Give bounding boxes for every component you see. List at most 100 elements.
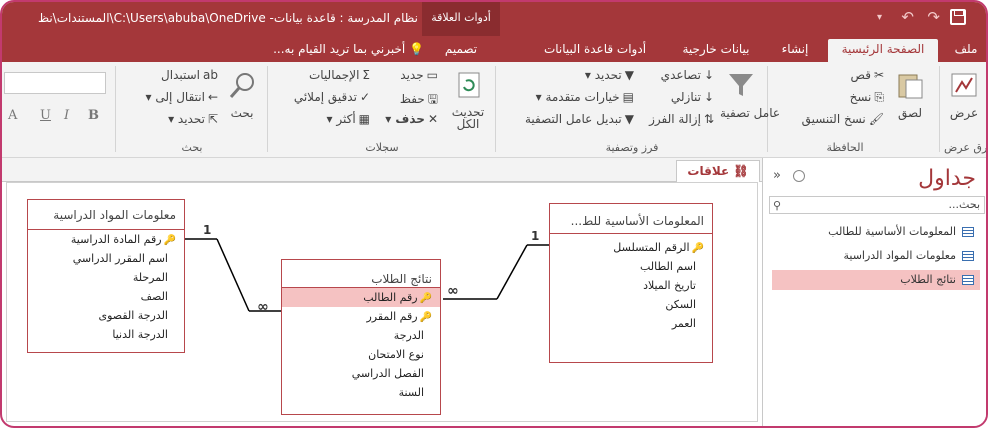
tab-database-tools[interactable]: أدوات قاعدة البيانات <box>530 39 660 62</box>
table-field[interactable]: السكن <box>550 295 712 314</box>
goto-label: انتقال إلى <box>155 90 205 104</box>
font-name-combobox[interactable] <box>4 72 106 94</box>
filter-label: عامل تصفية <box>720 106 781 120</box>
nav-item-students-table[interactable]: المعلومات الأساسية للطالب <box>772 222 980 242</box>
spelling-icon: ✓ <box>359 90 370 104</box>
tab-external-data[interactable]: بيانات خارجية <box>668 39 764 62</box>
table-field[interactable]: الدرجة الدنيا <box>28 325 184 344</box>
nav-item-label: نتائج الطلاب <box>900 273 956 286</box>
ascending-button[interactable]: ↓تصاعدي <box>661 68 714 82</box>
paste-button[interactable]: لصق <box>890 70 930 120</box>
table-results[interactable]: نتائج الطلاب 🔑رقم الطالب 🔑رقم المقرر الد… <box>281 259 441 415</box>
selection-button[interactable]: ▼تحديد ▾ <box>585 68 634 82</box>
toggle-filter-button[interactable]: ▼تبديل عامل التصفية <box>525 112 634 126</box>
goto-button[interactable]: ←انتقال إلى ▾ <box>146 90 218 104</box>
save-label: حفظ <box>399 92 425 106</box>
paste-label: لصق <box>897 106 923 120</box>
table-field[interactable]: 🔑رقم المادة الدراسية <box>28 230 184 249</box>
format-painter-button[interactable]: 🖌نسخ التنسيق <box>802 112 884 126</box>
copy-button[interactable]: ⎘نسخ <box>850 90 884 105</box>
filter-button[interactable]: عامل تصفية <box>720 70 781 120</box>
advanced-button[interactable]: ▤خيارات متقدمة ▾ <box>536 90 634 104</box>
title-bar: ↶ ↷ ▾ أدوات العلاقة نظام المدرسة : قاعدة… <box>2 2 986 36</box>
table-field[interactable]: الفصل الدراسي <box>282 364 440 383</box>
table-field[interactable]: الصف <box>28 287 184 306</box>
nav-item-courses-table[interactable]: معلومات المواد الدراسية <box>772 246 980 266</box>
group-label-sort-filter: فرز وتصفية <box>605 141 659 154</box>
field-name: الرقم المتسلسل <box>613 241 690 254</box>
table-icon <box>962 227 974 237</box>
view-icon <box>951 73 977 97</box>
spelling-button[interactable]: ✓تدقيق إملائي <box>294 90 370 104</box>
nav-item-results-table[interactable]: نتائج الطلاب <box>772 270 980 290</box>
remove-sort-label: إزالة الفرز <box>649 112 701 126</box>
tell-me-box[interactable]: 💡 أخبرني بما تريد القيام به... <box>234 39 424 60</box>
table-field[interactable]: المرحلة <box>28 268 184 287</box>
tab-file[interactable]: ملف <box>946 39 986 62</box>
table-students[interactable]: المعلومات الأساسية للط... 🔑الرقم المتسلس… <box>549 203 713 363</box>
table-field[interactable]: العمر <box>550 314 712 333</box>
table-field[interactable]: 🔑رقم الطالب <box>282 288 440 307</box>
underline-button[interactable]: U <box>40 108 51 123</box>
save-record-button[interactable]: 🖫حفظ <box>400 90 438 111</box>
refresh-label: تحديث الكل <box>451 105 485 131</box>
table-field[interactable]: الدرجة <box>282 326 440 345</box>
document-tab-bar: ⛓ علاقات <box>2 158 762 182</box>
x-icon: ✕ <box>427 112 438 126</box>
font-color-button[interactable]: A <box>8 108 17 123</box>
nav-search-placeholder: بحث... <box>948 198 980 211</box>
group-label-find: بحث <box>181 141 203 154</box>
table-field[interactable]: الدرجة القصوى <box>28 306 184 325</box>
cut-label: قص <box>850 68 871 82</box>
table-field[interactable]: 🔑رقم المقرر <box>282 307 440 326</box>
view-button[interactable]: عرض <box>944 70 984 120</box>
qat-dropdown-icon[interactable]: ▾ <box>877 12 882 23</box>
totals-button[interactable]: Σالإجماليات <box>309 68 370 82</box>
cut-button[interactable]: ✂قص <box>851 68 885 82</box>
more-button[interactable]: ▦أكثر ▾ <box>327 112 370 126</box>
replace-button[interactable]: abاستبدال <box>161 68 218 82</box>
relationship-line-students-results[interactable] <box>443 244 549 300</box>
new-label: جديد <box>400 68 424 82</box>
one-marker: 1 <box>203 223 212 237</box>
find-button[interactable]: بحث <box>222 70 262 120</box>
table-icon <box>962 275 974 285</box>
refresh-all-button[interactable]: تحديث الكل <box>446 70 492 130</box>
table-title: نتائج الطلاب <box>282 260 440 288</box>
table-field[interactable]: نوع الامتحان <box>282 345 440 364</box>
tell-me-text: أخبرني بما تريد القيام به... <box>273 42 406 56</box>
group-label-views: طرق عرض <box>944 141 988 154</box>
table-field[interactable]: السنة <box>282 383 440 402</box>
nav-search-input[interactable]: ⚲ بحث... <box>769 196 985 214</box>
table-field[interactable]: اسم الطالب <box>550 257 712 276</box>
table-field[interactable]: اسم المقرر الدراسي <box>28 249 184 268</box>
table-courses[interactable]: معلومات المواد الدراسية 🔑رقم المادة الدر… <box>27 199 185 353</box>
save-icon[interactable] <box>950 9 966 25</box>
italic-button[interactable]: I <box>64 108 69 123</box>
delete-label: حذف <box>395 112 425 126</box>
collapse-pane-icon[interactable]: » <box>773 168 781 183</box>
table-field[interactable]: تاريخ الميلاد <box>550 276 712 295</box>
redo-icon[interactable]: ↷ <box>927 8 940 26</box>
select-button[interactable]: ⇱تحديد ▾ <box>168 112 218 126</box>
disk-icon: 🖫 <box>427 92 438 106</box>
tab-create[interactable]: إنشاء <box>770 39 820 62</box>
table-title: معلومات المواد الدراسية <box>28 200 184 230</box>
tab-relationships[interactable]: ⛓ علاقات <box>676 160 760 182</box>
ribbon: عرض طرق عرض لصق ✂قص ⎘نسخ 🖌نسخ التنسيق ال… <box>2 62 988 158</box>
nav-menu-dropdown-icon[interactable] <box>793 170 805 182</box>
remove-sort-button[interactable]: ⇅إزالة الفرز <box>649 112 714 126</box>
delete-button[interactable]: ✕حذف ▾ <box>385 112 438 126</box>
descending-label: تنازلي <box>670 90 701 104</box>
bold-button[interactable]: B <box>88 108 99 123</box>
relationships-canvas[interactable]: 1 ∞ ∞ 1 معلومات المواد الدراسية 🔑رقم الم… <box>6 182 758 422</box>
new-record-button[interactable]: ▭جديد <box>400 68 438 82</box>
sort-ascending-icon: ↓ <box>703 68 714 82</box>
tab-design[interactable]: تصميم <box>426 39 496 62</box>
tab-home[interactable]: الصفحة الرئيسية <box>828 39 938 62</box>
key-icon: 🔑 <box>691 243 704 254</box>
ribbon-tabs: ملف الصفحة الرئيسية إنشاء بيانات خارجية … <box>2 36 986 62</box>
undo-icon[interactable]: ↶ <box>901 8 914 26</box>
descending-button[interactable]: ↓تنازلي <box>671 90 714 104</box>
table-field[interactable]: 🔑الرقم المتسلسل <box>550 238 712 257</box>
